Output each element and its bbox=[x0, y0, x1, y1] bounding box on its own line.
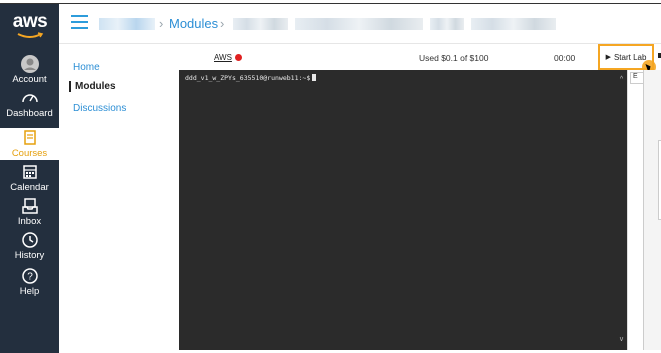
nav-label: History bbox=[14, 250, 45, 261]
breadcrumb-course-blurred[interactable] bbox=[99, 18, 155, 30]
terminal-cursor bbox=[312, 74, 317, 81]
lab-timer: 00:00 bbox=[554, 53, 576, 63]
breadcrumb-page-blurred bbox=[430, 18, 464, 30]
terminal-scrollbar[interactable]: ^ v bbox=[616, 70, 627, 350]
breadcrumb-modules[interactable]: Modules bbox=[169, 16, 218, 31]
nav-item-courses[interactable]: Courses bbox=[0, 128, 59, 160]
chevron-down-icon[interactable]: v bbox=[617, 336, 626, 344]
play-icon: ▶ bbox=[605, 54, 611, 61]
lab-status-dot bbox=[234, 54, 242, 61]
right-panel bbox=[643, 70, 661, 350]
speedometer-icon bbox=[21, 94, 38, 103]
course-nav: Home Modules Discussions bbox=[59, 44, 164, 353]
user-avatar-icon bbox=[20, 55, 39, 73]
instructions-panel: E bbox=[627, 70, 644, 350]
inbox-icon bbox=[21, 198, 38, 214]
breadcrumb-page-blurred bbox=[295, 18, 423, 30]
nav-label: Calendar bbox=[10, 182, 49, 193]
breadcrumb-separator: › bbox=[220, 16, 225, 31]
breadcrumb-separator: › bbox=[159, 16, 164, 31]
terminal-prompt: ddd_v1_w_ZPYs_635510@runweb11:~$ bbox=[185, 74, 311, 82]
calendar-icon bbox=[22, 165, 37, 179]
global-nav: aws Account Dashboard Courses Calendar I… bbox=[0, 4, 59, 353]
smile-arrow-icon bbox=[17, 32, 44, 38]
question-icon: ? bbox=[21, 268, 38, 284]
aws-console-label: AWS bbox=[214, 53, 232, 62]
instructions-panel-tab[interactable]: E bbox=[630, 72, 644, 84]
svg-text:?: ? bbox=[27, 272, 33, 283]
budget-used: Used $0.1 of $100 bbox=[419, 53, 489, 63]
nav-item-dashboard[interactable]: Dashboard bbox=[0, 88, 59, 122]
nav-item-account[interactable]: Account bbox=[0, 54, 59, 88]
clock-icon bbox=[21, 232, 38, 248]
aws-console-link[interactable]: AWS bbox=[214, 53, 242, 62]
logo-text: aws bbox=[12, 11, 48, 32]
course-nav-home[interactable]: Home bbox=[73, 62, 100, 73]
nav-label: Help bbox=[19, 286, 40, 297]
chevron-up-icon[interactable]: ^ bbox=[617, 76, 626, 84]
breadcrumb-page-blurred bbox=[471, 18, 556, 30]
terminal[interactable]: ddd_v1_w_ZPYs_635510@runweb11:~$ bbox=[179, 70, 627, 350]
nav-label: Account bbox=[12, 74, 47, 85]
header: › Modules › bbox=[59, 4, 661, 44]
book-icon bbox=[23, 130, 36, 145]
nav-item-inbox[interactable]: Inbox bbox=[0, 196, 59, 230]
nav-item-help[interactable]: ? Help bbox=[0, 266, 59, 300]
nav-item-calendar[interactable]: Calendar bbox=[0, 162, 59, 196]
nav-item-history[interactable]: History bbox=[0, 230, 59, 264]
aws-logo[interactable]: aws bbox=[8, 12, 52, 42]
nav-label: Dashboard bbox=[6, 108, 53, 119]
course-nav-modules[interactable]: Modules bbox=[69, 81, 116, 92]
start-lab-label: Start Lab bbox=[613, 52, 647, 62]
course-nav-discussions[interactable]: Discussions bbox=[73, 103, 126, 114]
breadcrumb-page-blurred bbox=[233, 18, 288, 30]
nav-label: Inbox bbox=[17, 216, 42, 227]
terminal-line: ddd_v1_w_ZPYs_635510@runweb11:~$ bbox=[185, 74, 317, 82]
hamburger-menu-icon[interactable] bbox=[71, 15, 88, 29]
nav-label: Courses bbox=[11, 148, 48, 159]
